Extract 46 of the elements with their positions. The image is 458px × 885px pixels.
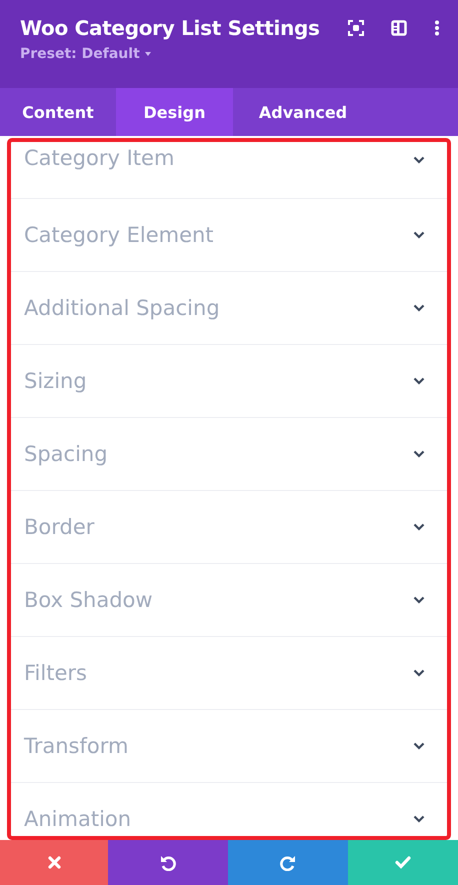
chevron-icon [413, 377, 425, 385]
section-toggle[interactable]: Spacing [11, 417, 447, 490]
section-title: Animation [24, 807, 132, 831]
tab[interactable]: Content [0, 88, 116, 136]
section-title: Category Element [24, 223, 214, 247]
chevron-icon [413, 450, 425, 458]
section-title: Border [24, 515, 94, 539]
section-title: Filters [24, 661, 87, 685]
chevron-icon [413, 815, 425, 823]
redo-icon [280, 854, 296, 870]
section-title: Spacing [24, 442, 108, 466]
save-button[interactable] [348, 840, 458, 885]
caret-icon [144, 52, 151, 56]
close-icon [48, 856, 60, 869]
section-title: Category Item [24, 146, 174, 170]
check-icon [395, 856, 411, 869]
undo-icon [160, 854, 176, 870]
chevron-icon [413, 742, 425, 750]
sidebar-icon[interactable] [391, 20, 407, 36]
panel-title: Woo Category List Settings [20, 16, 320, 40]
chevron-icon [413, 596, 425, 604]
section-toggle[interactable]: Box Shadow [11, 563, 447, 636]
section-toggle[interactable]: Sizing [11, 344, 447, 417]
chevron-icon [413, 669, 425, 677]
preset-dropdown[interactable]: Preset: Default [20, 46, 151, 62]
section-title: Transform [24, 734, 128, 758]
section-toggle[interactable]: Filters [11, 636, 447, 709]
focus-icon[interactable] [348, 20, 364, 36]
chevron-icon [413, 304, 425, 312]
section-toggle[interactable]: Border [11, 490, 447, 563]
section-toggle[interactable]: Category Item [11, 142, 447, 198]
section-toggle[interactable]: Additional Spacing [11, 271, 447, 344]
chevron-icon [413, 231, 425, 239]
cancel-button[interactable] [0, 840, 108, 885]
chevron-icon [413, 523, 425, 531]
section-title: Sizing [24, 369, 87, 393]
section-toggle[interactable]: Transform [11, 709, 447, 782]
section-title: Box Shadow [24, 588, 153, 612]
tab[interactable]: Advanced [233, 88, 373, 136]
section-toggle[interactable]: Category Element [11, 198, 447, 271]
undo-button[interactable] [108, 840, 228, 885]
redo-button[interactable] [228, 840, 348, 885]
tab[interactable]: Design [116, 88, 233, 136]
chevron-icon [413, 156, 425, 164]
more-icon[interactable] [434, 20, 440, 36]
section-title: Additional Spacing [24, 296, 220, 320]
